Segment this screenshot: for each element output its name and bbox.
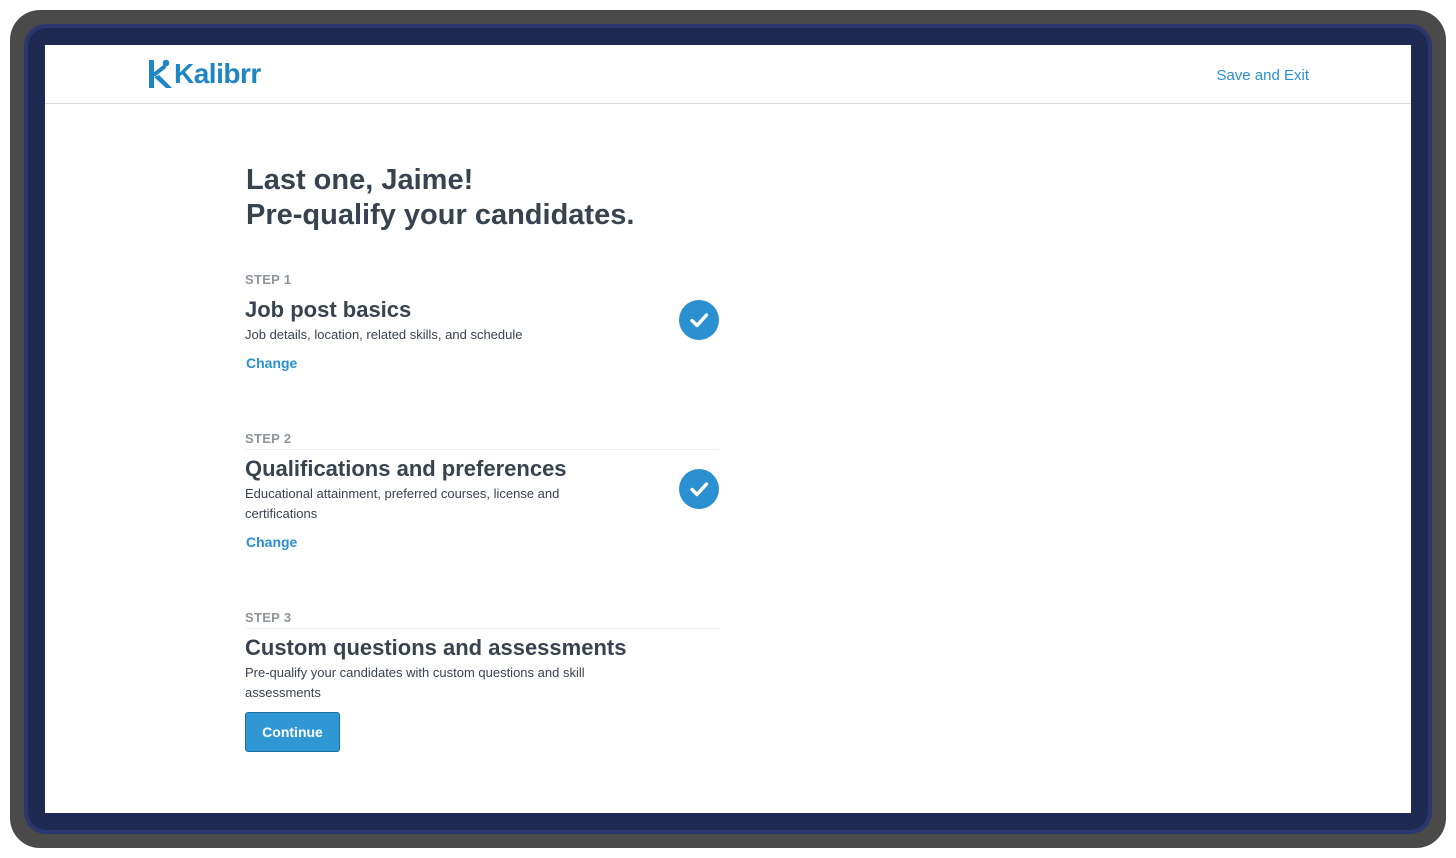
step-3: STEP 3 Custom questions and assessments …	[245, 610, 719, 752]
headline-line-1: Last one, Jaime!	[246, 164, 474, 196]
step-2-title: Qualifications and preferences	[245, 456, 567, 481]
logo-wordmark: Kalibrr	[174, 58, 261, 89]
step-2-checkmark-icon	[679, 469, 719, 509]
step-3-kicker: STEP 3	[245, 610, 292, 625]
step-2-kicker: STEP 2	[245, 431, 292, 446]
kalibrr-logo-mark-icon	[149, 59, 172, 88]
step-3-description: Pre-qualify your candidates with custom …	[245, 665, 585, 700]
step-1-description: Job details, location, related skills, a…	[245, 327, 523, 342]
headline-line-2: Pre-qualify your candidates.	[246, 199, 635, 231]
step-2-description: Educational attainment, preferred course…	[245, 486, 560, 521]
continue-button[interactable]: Continue	[245, 712, 340, 752]
step-1-title: Job post basics	[245, 297, 412, 322]
step-2-change-link[interactable]: Change	[246, 534, 297, 550]
save-and-exit-link[interactable]: Save and Exit	[1216, 67, 1309, 84]
step-2: STEP 2 Qualifications and preferences Ed…	[245, 431, 719, 552]
step-3-title: Custom questions and assessments	[245, 635, 627, 660]
kalibrr-logo[interactable]: Kalibrr	[147, 57, 261, 91]
app-screen: Kalibrr Save and Exit Last one, Jaime! P…	[45, 45, 1411, 813]
step-1-kicker: STEP 1	[245, 272, 292, 287]
page-headline: Last one, Jaime! Pre-qualify your candid…	[246, 163, 634, 233]
step-1: STEP 1 Job post basics Job details, loca…	[245, 272, 719, 373]
top-navigation-bar: Kalibrr Save and Exit	[45, 45, 1411, 104]
step-1-checkmark-icon	[679, 300, 719, 340]
step-1-change-link[interactable]: Change	[246, 355, 297, 371]
